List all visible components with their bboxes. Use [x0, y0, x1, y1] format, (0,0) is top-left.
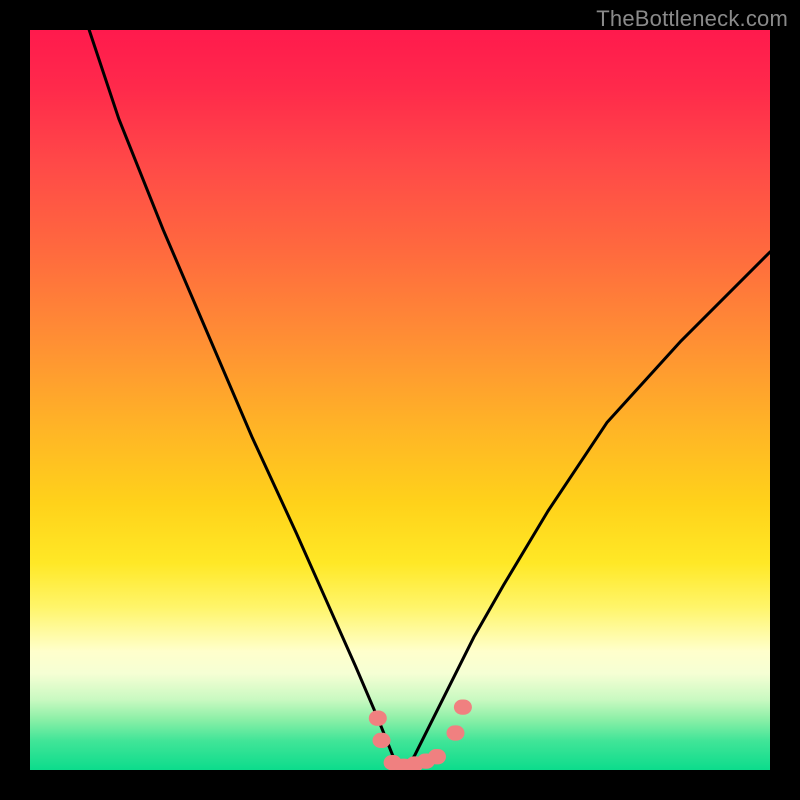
left-cluster-mid [373, 733, 391, 748]
curve-markers [369, 699, 472, 770]
watermark-text: TheBottleneck.com [596, 6, 788, 32]
left-cluster-top [369, 711, 387, 726]
bottleneck-curve-path [89, 30, 770, 766]
plot-area [30, 30, 770, 770]
curve-line [89, 30, 770, 766]
bottom-group-5 [428, 749, 446, 764]
right-cluster-low [447, 725, 465, 740]
right-cluster-high [454, 699, 472, 714]
chart-frame: TheBottleneck.com [0, 0, 800, 800]
chart-svg [30, 30, 770, 770]
